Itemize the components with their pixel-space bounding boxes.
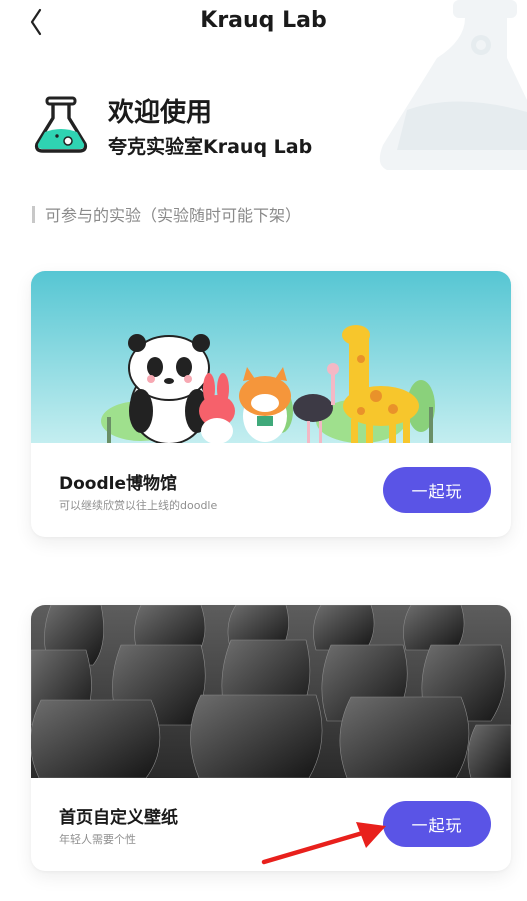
experiment-card-doodle[interactable]: Doodle博物馆 可以继续欣赏以往上线的doodle 一起玩 bbox=[31, 271, 511, 537]
experiment-title: 首页自定义壁纸 bbox=[59, 808, 178, 828]
section-heading: 可参与的实验（实验随时可能下架） bbox=[32, 202, 301, 226]
experiment-title: Doodle博物馆 bbox=[59, 474, 177, 494]
play-button[interactable]: 一起玩 bbox=[383, 801, 491, 847]
page-title: Krauq Lab bbox=[200, 8, 327, 33]
welcome-subtitle: 夸克实验室Krauq Lab bbox=[108, 136, 313, 158]
top-bar: Krauq Lab bbox=[0, 0, 527, 44]
section-marker bbox=[32, 205, 35, 223]
welcome-title: 欢迎使用 bbox=[108, 98, 213, 128]
section-label-text: 可参与的实验（实验随时可能下架） bbox=[45, 206, 302, 225]
experiment-description: 年轻人需要个性 bbox=[59, 833, 136, 846]
experiment-description: 可以继续欣赏以往上线的doodle bbox=[59, 499, 218, 512]
flask-icon bbox=[34, 96, 88, 153]
annotation-arrow-icon bbox=[261, 822, 386, 865]
play-button[interactable]: 一起玩 bbox=[383, 467, 491, 513]
doodle-animals-illustration bbox=[31, 271, 511, 444]
black-chairs-photo bbox=[31, 605, 511, 778]
